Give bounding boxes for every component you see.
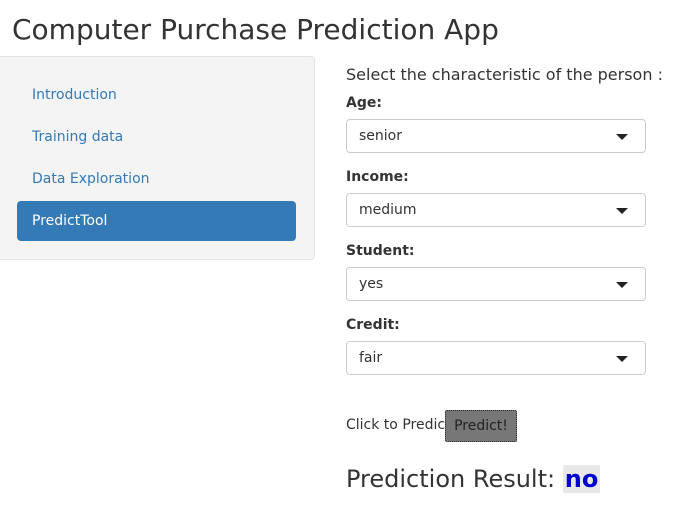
credit-select-value: fair bbox=[359, 350, 383, 366]
credit-select[interactable]: fair bbox=[346, 341, 646, 375]
chevron-down-icon bbox=[616, 134, 628, 140]
predict-label: Click to Predict: bbox=[346, 417, 456, 433]
chevron-down-icon bbox=[616, 282, 628, 288]
prediction-result-label: Prediction Result: bbox=[346, 465, 556, 493]
predict-row: Click to Predict: Predict! bbox=[346, 408, 676, 444]
nav-item-predicttool[interactable]: PredictTool bbox=[17, 201, 296, 241]
student-label: Student: bbox=[346, 243, 415, 259]
income-label: Income: bbox=[346, 169, 409, 185]
income-select-value: medium bbox=[359, 202, 417, 218]
age-select[interactable]: senior bbox=[346, 119, 646, 153]
prediction-result-value: no bbox=[562, 465, 601, 493]
income-select[interactable]: medium bbox=[346, 193, 646, 227]
age-label: Age: bbox=[346, 95, 382, 111]
nav-item-data-exploration[interactable]: Data Exploration bbox=[17, 159, 296, 199]
select-prompt: Select the characteristic of the person … bbox=[346, 65, 663, 84]
nav-item-training-data[interactable]: Training data bbox=[17, 117, 296, 157]
nav-item-introduction[interactable]: Introduction bbox=[17, 75, 296, 115]
predict-button[interactable]: Predict! bbox=[445, 410, 517, 442]
credit-label: Credit: bbox=[346, 317, 400, 333]
age-select-value: senior bbox=[359, 128, 402, 144]
app-title: Computer Purchase Prediction App bbox=[12, 13, 499, 46]
chevron-down-icon bbox=[616, 356, 628, 362]
sidebar: Introduction Training data Data Explorat… bbox=[0, 56, 315, 260]
student-select[interactable]: yes bbox=[346, 267, 646, 301]
student-select-value: yes bbox=[359, 276, 384, 292]
prediction-result: Prediction Result: no bbox=[346, 465, 601, 493]
chevron-down-icon bbox=[616, 208, 628, 214]
